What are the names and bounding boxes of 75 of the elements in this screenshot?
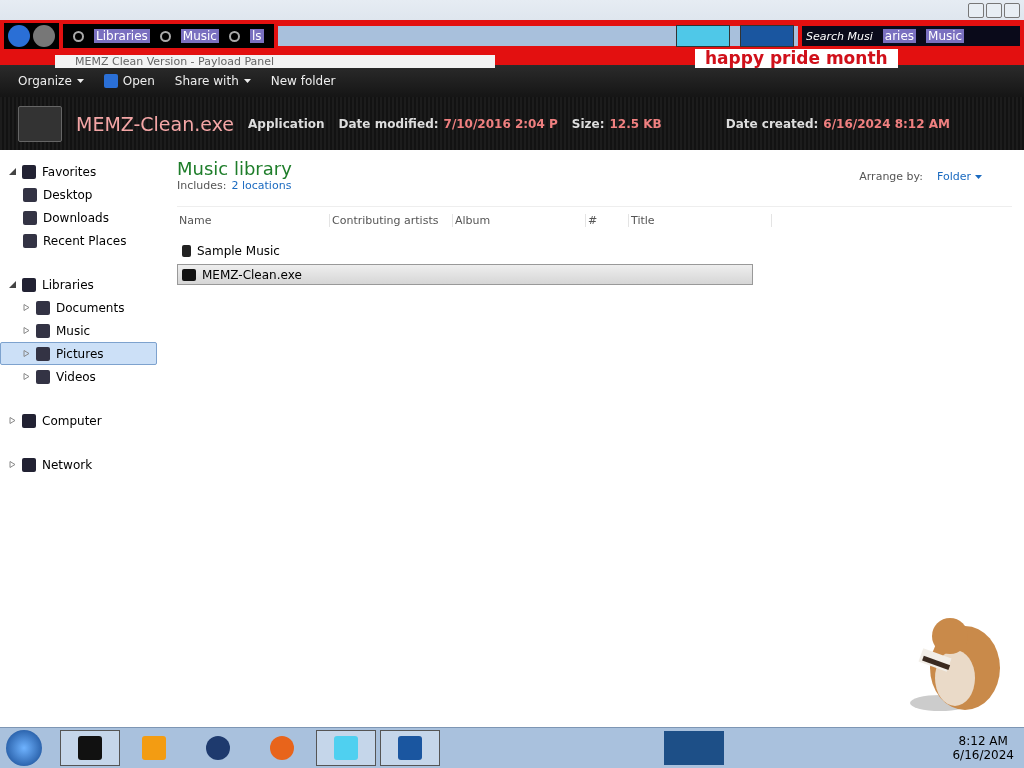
caret-icon	[975, 174, 982, 179]
file-row[interactable]: Sample Music	[177, 240, 753, 261]
folder-icon	[23, 210, 37, 225]
nav-item[interactable]: Network	[0, 453, 157, 476]
folder-icon	[23, 187, 37, 202]
caret-icon	[243, 79, 251, 83]
nav-item[interactable]: Recent Places	[0, 229, 157, 252]
separator-icon	[73, 30, 84, 42]
file-row[interactable]: MEMZ-Clean.exe	[177, 264, 753, 285]
folder-icon	[36, 369, 50, 384]
taskbar-app-icon[interactable]	[60, 730, 120, 766]
separator-icon	[229, 30, 240, 42]
nav-item[interactable]: Documents	[0, 296, 157, 319]
detail-label: Date modified:	[338, 116, 439, 131]
expander-icon[interactable]	[9, 281, 16, 288]
address-field[interactable]	[277, 26, 798, 46]
close-button[interactable]	[1004, 2, 1020, 18]
clock[interactable]: 8:12 AM 6/16/2024	[948, 734, 1018, 762]
restore-button[interactable]	[986, 2, 1002, 18]
column-header[interactable]: Contributing artists	[330, 213, 453, 227]
nav-item[interactable]: Favorites	[0, 160, 157, 183]
column-header[interactable]: Name	[177, 213, 330, 227]
arrange-label: Arrange by:	[859, 170, 923, 183]
detail-label: Date created:	[725, 116, 819, 131]
toolbar-button[interactable]: Share with	[168, 70, 257, 92]
library-title: Music library	[177, 158, 292, 179]
forward-button[interactable]	[33, 25, 55, 47]
nav-item[interactable]: Computer	[0, 409, 157, 432]
nav-item[interactable]: Downloads	[0, 206, 157, 229]
arrange-dropdown[interactable]: Folder	[937, 170, 982, 183]
column-header[interactable]: #	[586, 213, 629, 227]
column-header[interactable]: Title	[629, 213, 772, 227]
app-icon	[18, 105, 62, 142]
locations-link[interactable]: 2 locations	[231, 179, 292, 192]
detail-value: 7/10/2016 2:04 P	[443, 116, 558, 131]
includes-label: Includes:	[177, 179, 227, 192]
start-button[interactable]	[6, 730, 42, 766]
breadcrumb[interactable]: Music	[180, 29, 219, 43]
nav-item[interactable]: Pictures	[0, 342, 157, 365]
detail-label: Size:	[571, 116, 605, 131]
window-icon	[103, 74, 118, 88]
folder-icon	[22, 164, 36, 179]
nav-item[interactable]: Libraries	[0, 273, 157, 296]
caret-icon	[76, 79, 84, 83]
app-icon	[182, 268, 196, 281]
file-type: Application	[248, 116, 325, 131]
folder-icon	[36, 346, 50, 361]
breadcrumb: Music	[926, 29, 965, 43]
breadcrumb[interactable]: Libraries	[94, 29, 150, 43]
toolbar-button[interactable]: Organize	[12, 70, 90, 92]
search-field[interactable]: Search Musi aries Music	[802, 26, 1020, 46]
minimize-button[interactable]	[968, 2, 984, 18]
window-title: MEMZ Clean Version - Payload Panel	[55, 55, 495, 68]
breadcrumb: aries	[882, 29, 917, 43]
expander-icon[interactable]	[9, 168, 16, 175]
folder-icon	[22, 277, 36, 292]
toolbar-button[interactable]: Open	[97, 70, 161, 92]
detail-value: 6/16/2024 8:12 AM	[823, 116, 950, 131]
nav-item[interactable]: Music	[0, 319, 157, 342]
folder-icon	[36, 323, 50, 338]
column-header[interactable]: Album	[453, 213, 586, 227]
detail-value: 12.5 KB	[609, 116, 662, 131]
nav-item[interactable]: Desktop	[0, 183, 157, 206]
breadcrumb[interactable]: ls	[250, 29, 264, 43]
folder-icon	[36, 300, 50, 315]
folder-icon	[22, 457, 36, 472]
folder-icon	[23, 233, 37, 248]
folder-icon	[22, 413, 36, 428]
file-name: MEMZ-Clean.exe	[76, 112, 234, 135]
toolbar-button[interactable]: New folder	[264, 70, 342, 92]
back-button[interactable]	[8, 25, 30, 47]
banner-text: happy pride month	[695, 49, 898, 68]
nav-item[interactable]: Videos	[0, 365, 157, 388]
separator-icon	[159, 30, 171, 42]
folder-icon	[182, 244, 191, 257]
